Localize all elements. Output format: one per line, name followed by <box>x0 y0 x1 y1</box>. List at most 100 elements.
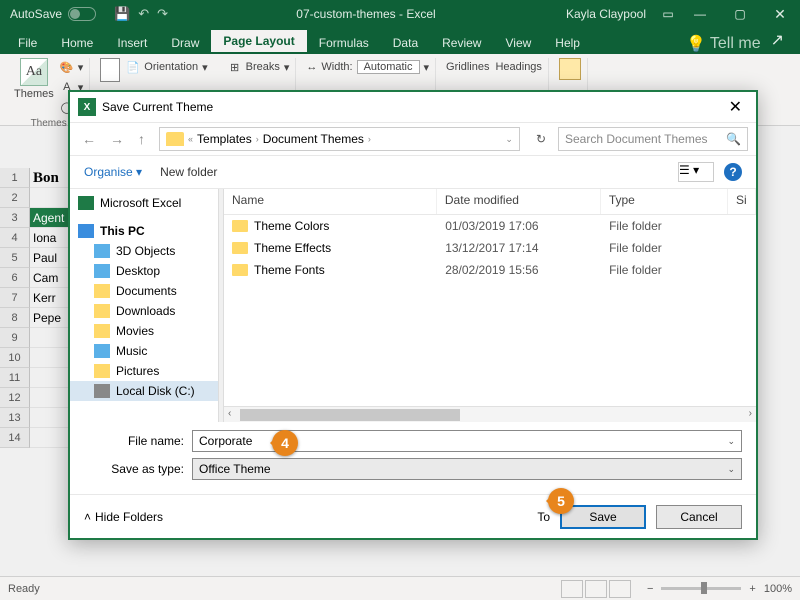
breaks-button[interactable]: ⊞Breaks ▾ <box>228 58 290 76</box>
undo-icon[interactable]: ↶ <box>138 6 149 22</box>
page-layout-view-button[interactable] <box>585 580 607 598</box>
tree-excel[interactable]: Microsoft Excel <box>70 193 218 213</box>
crumb-document-themes[interactable]: Document Themes <box>263 132 364 146</box>
col-date[interactable]: Date modified <box>437 189 601 214</box>
search-placeholder: Search Document Themes <box>565 132 708 146</box>
save-button[interactable]: Save <box>560 505 646 529</box>
refresh-button[interactable]: ↻ <box>530 130 552 148</box>
ribbon-tabs: File Home Insert Draw Page Layout Formul… <box>0 28 800 54</box>
crumb-templates[interactable]: Templates <box>197 132 252 146</box>
row-header[interactable]: 13 <box>0 408 30 428</box>
folder-icon <box>166 132 184 146</box>
file-row[interactable]: Theme Effects 13/12/2017 17:14 File fold… <box>224 237 756 259</box>
row-header[interactable]: 10 <box>0 348 30 368</box>
chevron-down-icon[interactable]: ⌄ <box>727 464 735 475</box>
tab-home[interactable]: Home <box>49 32 105 54</box>
orientation-button[interactable]: 📄Orientation ▾ <box>126 58 207 76</box>
ribbon-options-icon[interactable]: ▭ <box>656 7 680 21</box>
row-header[interactable]: 12 <box>0 388 30 408</box>
headings-label: Headings <box>495 58 541 76</box>
horizontal-scrollbar[interactable]: ‹› <box>224 406 756 422</box>
tab-review[interactable]: Review <box>430 32 493 54</box>
tab-insert[interactable]: Insert <box>105 32 159 54</box>
tree-downloads[interactable]: Downloads <box>70 301 218 321</box>
row-header[interactable]: 1 <box>0 168 30 188</box>
organise-button[interactable]: Organise ▾ <box>84 165 142 179</box>
save-icon[interactable]: 💾 <box>114 6 130 22</box>
row-header[interactable]: 14 <box>0 428 30 448</box>
row-header[interactable]: 8 <box>0 308 30 328</box>
zoom-slider[interactable] <box>661 587 741 590</box>
margins-button[interactable] <box>100 58 120 82</box>
zoom-in-button[interactable]: + <box>749 583 755 595</box>
normal-view-button[interactable] <box>561 580 583 598</box>
crumb-dropdown-icon[interactable]: ⌄ <box>505 134 513 145</box>
col-type[interactable]: Type <box>601 189 728 214</box>
tell-me-search[interactable]: 💡 Tell me <box>686 34 761 54</box>
col-name[interactable]: Name <box>224 189 437 214</box>
row-header[interactable]: 11 <box>0 368 30 388</box>
folder-icon <box>94 284 110 298</box>
tree-music[interactable]: Music <box>70 341 218 361</box>
redo-icon[interactable]: ↷ <box>157 6 168 22</box>
back-button[interactable]: ← <box>78 129 100 149</box>
row-header[interactable]: 6 <box>0 268 30 288</box>
width-control[interactable]: ↔Width: Automatic ▾ <box>306 58 429 76</box>
cancel-button[interactable]: Cancel <box>656 505 742 529</box>
themes-button[interactable]: Aa Themes <box>14 58 54 100</box>
view-mode-button[interactable]: ☰ ▾ <box>678 162 714 182</box>
tab-formulas[interactable]: Formulas <box>307 32 381 54</box>
autosave-toggle[interactable]: AutoSave <box>0 7 106 21</box>
search-box[interactable]: Search Document Themes 🔍 <box>558 127 748 151</box>
new-folder-button[interactable]: New folder <box>160 165 217 179</box>
search-icon: 🔍 <box>726 132 741 146</box>
help-button[interactable]: ? <box>724 163 742 181</box>
tab-page-layout[interactable]: Page Layout <box>211 30 306 54</box>
tree-thispc[interactable]: This PC <box>70 221 218 241</box>
tab-help[interactable]: Help <box>543 32 592 54</box>
col-size[interactable]: Si <box>728 189 756 214</box>
share-button[interactable]: ↗ <box>761 26 794 54</box>
zoom-level[interactable]: 100% <box>764 583 792 595</box>
close-button[interactable]: ✕ <box>760 0 800 28</box>
zoom-out-button[interactable]: − <box>647 583 653 595</box>
dialog-close-button[interactable]: ✕ <box>723 97 748 117</box>
dialog-title-bar: X Save Current Theme ✕ <box>70 92 756 122</box>
breadcrumb[interactable]: « Templates › Document Themes › ⌄ <box>159 127 520 151</box>
tree-movies[interactable]: Movies <box>70 321 218 341</box>
maximize-button[interactable]: ▢ <box>720 0 760 28</box>
row-header[interactable]: 5 <box>0 248 30 268</box>
file-row[interactable]: Theme Colors 01/03/2019 17:06 File folde… <box>224 215 756 237</box>
tell-me-label: Tell me <box>710 35 761 53</box>
tab-data[interactable]: Data <box>381 32 430 54</box>
file-row[interactable]: Theme Fonts 28/02/2019 15:56 File folder <box>224 259 756 281</box>
row-header[interactable]: 9 <box>0 328 30 348</box>
forward-button[interactable]: → <box>106 129 128 149</box>
tab-draw[interactable]: Draw <box>159 32 211 54</box>
user-name[interactable]: Kayla Claypool <box>556 7 656 21</box>
tools-button[interactable]: To <box>537 510 550 524</box>
breaks-icon: ⊞ <box>228 60 242 74</box>
save-theme-dialog: X Save Current Theme ✕ ← → ↑ « Templates… <box>68 90 758 540</box>
width-value[interactable]: Automatic <box>357 60 420 74</box>
row-header[interactable]: 2 <box>0 188 30 208</box>
tree-3d-objects[interactable]: 3D Objects <box>70 241 218 261</box>
up-button[interactable]: ↑ <box>134 129 149 149</box>
tab-view[interactable]: View <box>493 32 543 54</box>
tree-documents[interactable]: Documents <box>70 281 218 301</box>
tree-pictures[interactable]: Pictures <box>70 361 218 381</box>
minimize-button[interactable]: — <box>680 0 720 28</box>
row-header[interactable]: 3 <box>0 208 30 228</box>
arrange-icon[interactable] <box>559 58 581 80</box>
tree-desktop[interactable]: Desktop <box>70 261 218 281</box>
hide-folders-button[interactable]: ˄Hide Folders <box>84 510 163 524</box>
chevron-down-icon[interactable]: ⌄ <box>727 436 735 447</box>
saveas-type-combo[interactable]: Office Theme⌄ <box>192 458 742 480</box>
row-header[interactable]: 4 <box>0 228 30 248</box>
colors-button[interactable]: 🎨▾ <box>60 58 84 76</box>
tab-file[interactable]: File <box>6 32 49 54</box>
page-break-view-button[interactable] <box>609 580 631 598</box>
row-header[interactable]: 7 <box>0 288 30 308</box>
tree-local-disk[interactable]: Local Disk (C:) <box>70 381 218 401</box>
autosave-label: AutoSave <box>10 7 62 21</box>
